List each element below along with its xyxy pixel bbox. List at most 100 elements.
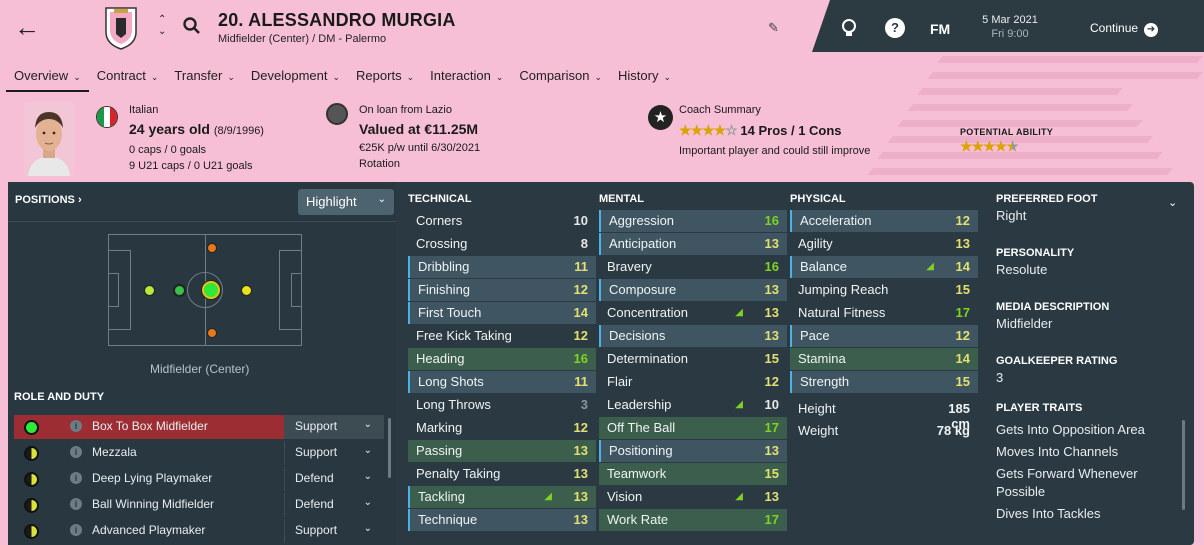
back-arrow-icon[interactable]: ← (14, 14, 42, 42)
attribute-row[interactable]: Acceleration 12 (790, 210, 978, 232)
role-row[interactable]: i Mezzala Support ⌄ (14, 441, 384, 465)
info-icon[interactable]: i (70, 420, 82, 432)
attribute-row[interactable]: Determination 15 (599, 348, 787, 370)
tab-interaction[interactable]: Interaction ⌄ (422, 64, 511, 92)
duty-dropdown[interactable]: Defend ⌄ (284, 493, 384, 517)
attribute-row[interactable]: Technique 13 (408, 509, 596, 531)
goalkeeper-rating-label: GOALKEEPER RATING (996, 355, 1118, 367)
role-row[interactable]: i Ball Winning Midfielder Defend ⌄ (14, 493, 384, 517)
edit-pencil-icon[interactable]: ✎ (768, 20, 779, 36)
tab-development[interactable]: Development ⌄ (243, 64, 348, 92)
role-name: Deep Lying Playmaker (92, 471, 213, 485)
attribute-row[interactable]: Agility 13 (790, 233, 978, 255)
attribute-row[interactable]: Off The Ball 17 (599, 417, 787, 439)
attribute-row[interactable]: Bravery 16 (599, 256, 787, 278)
duty-dropdown[interactable]: Support ⌄ (284, 415, 384, 439)
info-icon[interactable]: i (70, 446, 82, 458)
attribute-row[interactable]: Pace 12 (790, 325, 978, 347)
attribute-name: Determination (607, 351, 688, 366)
info-icon[interactable]: i (70, 524, 82, 536)
attribute-row[interactable]: Aggression 16 (599, 210, 787, 232)
attribute-row[interactable]: Heading 16 (408, 348, 596, 370)
attribute-row[interactable]: Long Shots 11 (408, 371, 596, 393)
goalkeeper-rating-value: 3 (996, 370, 1004, 385)
attribute-row[interactable]: First Touch 14 (408, 302, 596, 324)
tab-comparison[interactable]: Comparison ⌄ (511, 64, 610, 92)
weight-row: Weight 78 kg (798, 423, 970, 438)
highlight-dropdown[interactable]: Highlight ⌄ (298, 189, 394, 215)
tab-history[interactable]: History ⌄ (610, 64, 679, 92)
attribute-row[interactable]: Marking 12 (408, 417, 596, 439)
attribute-row[interactable]: Tackling ◢ 13 (408, 486, 596, 508)
attribute-row[interactable]: Free Kick Taking 12 (408, 325, 596, 347)
attribute-value: 13 (573, 512, 588, 527)
attribute-row[interactable]: Balance ◢ 14 (790, 256, 978, 278)
attribute-row[interactable]: Stamina 14 (790, 348, 978, 370)
pitch-goal-box-right (291, 273, 301, 307)
tab-reports[interactable]: Reports ⌄ (348, 64, 422, 92)
attribute-value: 13 (764, 305, 779, 320)
club-crest-icon (105, 7, 137, 50)
attribute-value: 13 (764, 236, 779, 251)
attribute-row[interactable]: Crossing 8 (408, 233, 596, 255)
player-nav-arrows[interactable]: ⌃ ⌄ (158, 14, 166, 38)
tab-label: History (618, 68, 659, 83)
attribute-row[interactable]: Positioning 13 (599, 440, 787, 462)
caps: 0 caps / 0 goals (129, 144, 207, 156)
search-icon[interactable] (182, 16, 202, 36)
tab-label: Transfer (174, 68, 223, 83)
attribute-row[interactable]: Natural Fitness 17 (790, 302, 978, 324)
date-time: Fri 9:00 (991, 28, 1029, 40)
attribute-name: Natural Fitness (798, 305, 886, 320)
duty-label: Defend (295, 497, 334, 511)
roles-scrollbar[interactable] (388, 418, 391, 478)
preferred-foot-label: PREFERRED FOOT (996, 193, 1098, 205)
attribute-row[interactable]: Teamwork 15 (599, 463, 787, 485)
attribute-row[interactable]: Composure 13 (599, 279, 787, 301)
attribute-name: Pace (800, 328, 830, 343)
tab-transfer[interactable]: Transfer ⌄ (166, 64, 242, 92)
world-cup-icon[interactable] (840, 18, 858, 38)
help-icon[interactable]: ? (885, 18, 905, 38)
attribute-row[interactable]: Concentration ◢ 13 (599, 302, 787, 324)
attribute-value: 12 (573, 282, 588, 297)
attribute-value: 16 (764, 259, 779, 274)
attribute-row[interactable]: Dribbling 11 (408, 256, 596, 278)
attribute-row[interactable]: Work Rate 17 (599, 509, 787, 531)
attribute-row[interactable]: Vision ◢ 13 (599, 486, 787, 508)
attribute-name: Long Throws (416, 397, 491, 412)
info-icon[interactable]: i (70, 472, 82, 484)
info-icon[interactable]: i (70, 498, 82, 510)
chevron-down-icon[interactable]: ⌄ (1168, 196, 1177, 209)
fm-menu-button[interactable]: FM (930, 21, 950, 37)
mental-header: MENTAL (599, 193, 645, 205)
duty-dropdown[interactable]: Support ⌄ (284, 441, 384, 465)
attribute-row[interactable]: Finishing 12 (408, 279, 596, 301)
attribute-row[interactable]: Anticipation 13 (599, 233, 787, 255)
attribute-row[interactable]: Strength 15 (790, 371, 978, 393)
pitch-goal-box-left (109, 273, 119, 307)
attribute-row[interactable]: Passing 13 (408, 440, 596, 462)
technical-header: TECHNICAL (408, 193, 472, 205)
role-row[interactable]: i Box To Box Midfielder Support ⌄ (14, 415, 384, 439)
duty-dropdown[interactable]: Support ⌄ (284, 519, 384, 543)
attribute-name: Flair (607, 374, 633, 389)
attribute-row[interactable]: Corners 10 (408, 210, 596, 232)
tab-overview[interactable]: Overview ⌄ (6, 64, 89, 92)
duty-dropdown[interactable]: Defend ⌄ (284, 467, 384, 491)
position-dot-am (241, 285, 252, 296)
tab-contract[interactable]: Contract ⌄ (89, 64, 167, 92)
attribute-row[interactable]: Jumping Reach 15 (790, 279, 978, 301)
role-row[interactable]: i Deep Lying Playmaker Defend ⌄ (14, 467, 384, 491)
attribute-name: Teamwork (607, 466, 667, 481)
continue-button[interactable]: Continue ➜ (1090, 21, 1159, 37)
traits-scrollbar[interactable] (1182, 420, 1185, 510)
attribute-row[interactable]: Penalty Taking 13 (408, 463, 596, 485)
attribute-row[interactable]: Flair 12 (599, 371, 787, 393)
attribute-row[interactable]: Decisions 13 (599, 325, 787, 347)
attribute-row[interactable]: Long Throws 3 (408, 394, 596, 416)
attribute-name: Technique (418, 512, 478, 527)
attribute-row[interactable]: Leadership ◢ 10 (599, 394, 787, 416)
role-row[interactable]: i Advanced Playmaker Support ⌄ (14, 519, 384, 545)
positions-header[interactable]: POSITIONS › (15, 194, 82, 206)
